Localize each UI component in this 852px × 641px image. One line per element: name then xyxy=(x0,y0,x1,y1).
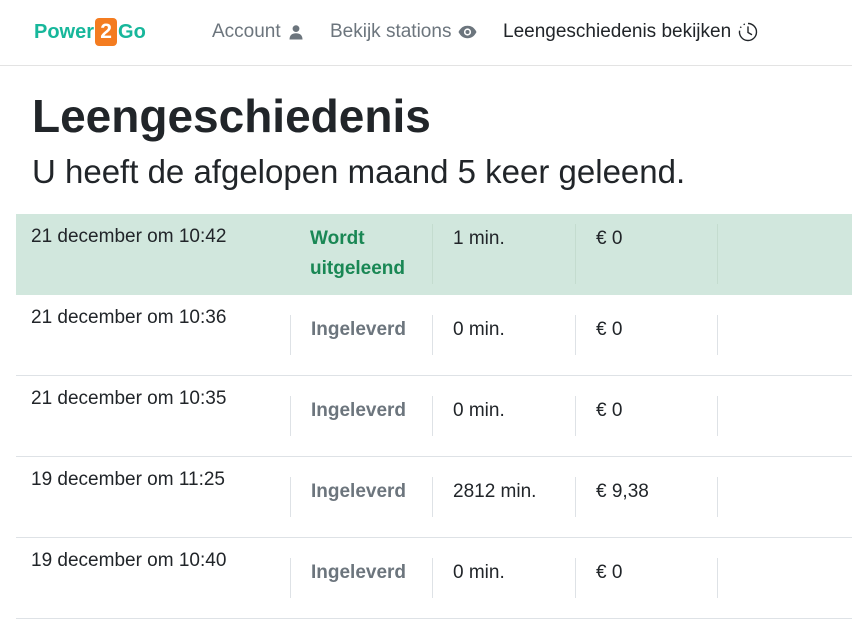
eye-icon xyxy=(458,25,477,39)
rental-status: Ingeleverd xyxy=(290,315,432,355)
nav-stations[interactable]: Bekijk stations xyxy=(330,19,477,45)
person-icon xyxy=(289,25,303,40)
rental-row[interactable]: 21 december om 10:42 Wordt uitgeleend 1 … xyxy=(16,214,852,295)
rental-date: 19 december om 10:40 xyxy=(31,550,227,571)
rental-status: Ingeleverd xyxy=(290,396,432,436)
clock-icon xyxy=(739,22,758,42)
rental-date: 21 december om 10:35 xyxy=(31,388,227,409)
brand-text-two: 2 xyxy=(95,18,118,46)
brand-text-go: Go xyxy=(118,20,146,43)
nav-account[interactable]: Account xyxy=(212,19,304,45)
rental-duration: 0 min. xyxy=(432,558,575,598)
rental-cost: € 0 xyxy=(575,315,718,355)
rental-date: 19 december om 11:25 xyxy=(31,469,225,490)
rental-cost: € 9,38 xyxy=(575,477,718,517)
rental-status: Ingeleverd xyxy=(290,477,432,517)
rental-duration: 2812 min. xyxy=(432,477,575,517)
nav-history-label: Leengeschiedenis bekijken xyxy=(503,21,732,42)
rental-status-line1: Wordt xyxy=(310,228,365,249)
brand-logo[interactable]: Power 2 Go xyxy=(34,17,146,47)
rental-date: 21 december om 10:42 xyxy=(31,226,227,247)
rental-history-list: 21 december om 10:42 Wordt uitgeleend 1 … xyxy=(16,214,852,619)
rental-duration: 0 min. xyxy=(432,396,575,436)
page-subtitle: U heeft de afgelopen maand 5 keer geleen… xyxy=(32,153,686,190)
rental-duration: 1 min. xyxy=(432,224,575,284)
rental-duration: 0 min. xyxy=(432,315,575,355)
nav-stations-label: Bekijk stations xyxy=(330,21,452,42)
nav-account-label: Account xyxy=(212,21,281,42)
rental-cost: € 0 xyxy=(575,224,718,284)
rental-status-line2: uitgeleend xyxy=(310,258,406,279)
page-title: Leengeschiedenis xyxy=(32,90,431,142)
rental-row[interactable]: 21 december om 10:35 Ingeleverd 0 min. €… xyxy=(16,376,852,457)
rental-cost: € 0 xyxy=(575,396,718,436)
rental-status: Ingeleverd xyxy=(290,558,432,598)
rental-date: 21 december om 10:36 xyxy=(31,307,227,328)
rental-cost: € 0 xyxy=(575,558,718,598)
rental-row[interactable]: 21 december om 10:36 Ingeleverd 0 min. €… xyxy=(16,295,852,376)
nav-history[interactable]: Leengeschiedenis bekijken xyxy=(503,19,758,45)
rental-row[interactable]: 19 december om 10:40 Ingeleverd 0 min. €… xyxy=(16,538,852,619)
brand-text-power: Power xyxy=(34,20,95,43)
rental-row[interactable]: 19 december om 11:25 Ingeleverd 2812 min… xyxy=(16,457,852,538)
rental-status: Wordt uitgeleend xyxy=(290,224,432,284)
navbar: Power 2 Go Account Bekijk stations Leenges… xyxy=(0,0,852,66)
